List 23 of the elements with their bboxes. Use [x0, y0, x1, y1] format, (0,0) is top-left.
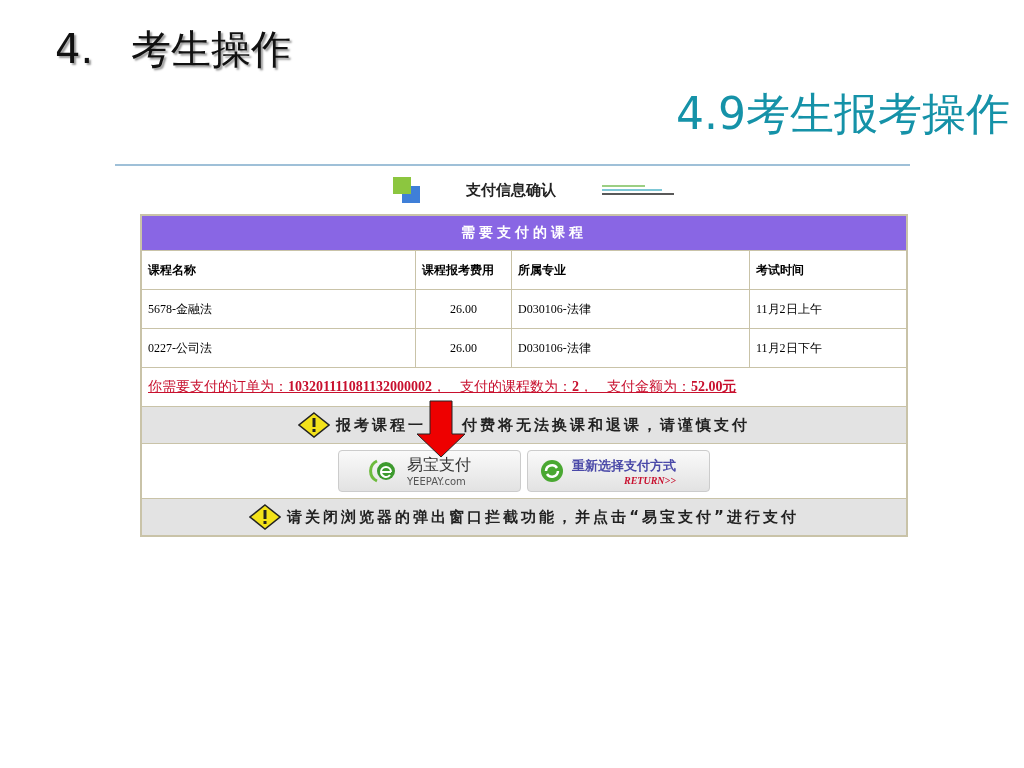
table-cell: D030106-法律	[511, 289, 750, 329]
table-caption: 需要支付的课程	[141, 215, 907, 251]
reselect-label: 重新选择支付方式	[572, 456, 676, 475]
yeepay-button[interactable]: 易宝支付 YEEPAY.com	[338, 450, 521, 492]
reselect-payment-button[interactable]: 重新选择支付方式 RETURN>>	[527, 450, 710, 492]
column-header: 所属专业	[511, 250, 750, 290]
table-cell: 0227-公司法	[141, 328, 416, 368]
yeepay-sublabel: YEEPAY.com	[407, 476, 466, 487]
table-cell: D030106-法律	[511, 328, 750, 368]
column-header: 课程报考费用	[415, 250, 512, 290]
table-cell: 26.00	[415, 289, 512, 329]
slide-number: 4.	[55, 26, 94, 72]
column-header: 课程名称	[141, 250, 416, 290]
page-title: 支付信息确认	[465, 180, 556, 200]
warning-text: 付费将无法换课和退课，请谨慎支付	[462, 415, 750, 435]
warning-text: 报考课程一	[336, 415, 426, 435]
return-sublabel: RETURN>>	[624, 474, 676, 486]
table-cell: 26.00	[415, 328, 512, 368]
notice-text: 请关闭浏览器的弹出窗口拦截功能，并点击“易宝支付”进行支付	[287, 507, 799, 527]
yeepay-label: 易宝支付	[407, 455, 471, 476]
slide-subtitle: 4.9考生报考操作	[676, 87, 1010, 141]
slide-title: 考生操作	[131, 25, 292, 74]
table-cell: 5678-金融法	[141, 289, 416, 329]
